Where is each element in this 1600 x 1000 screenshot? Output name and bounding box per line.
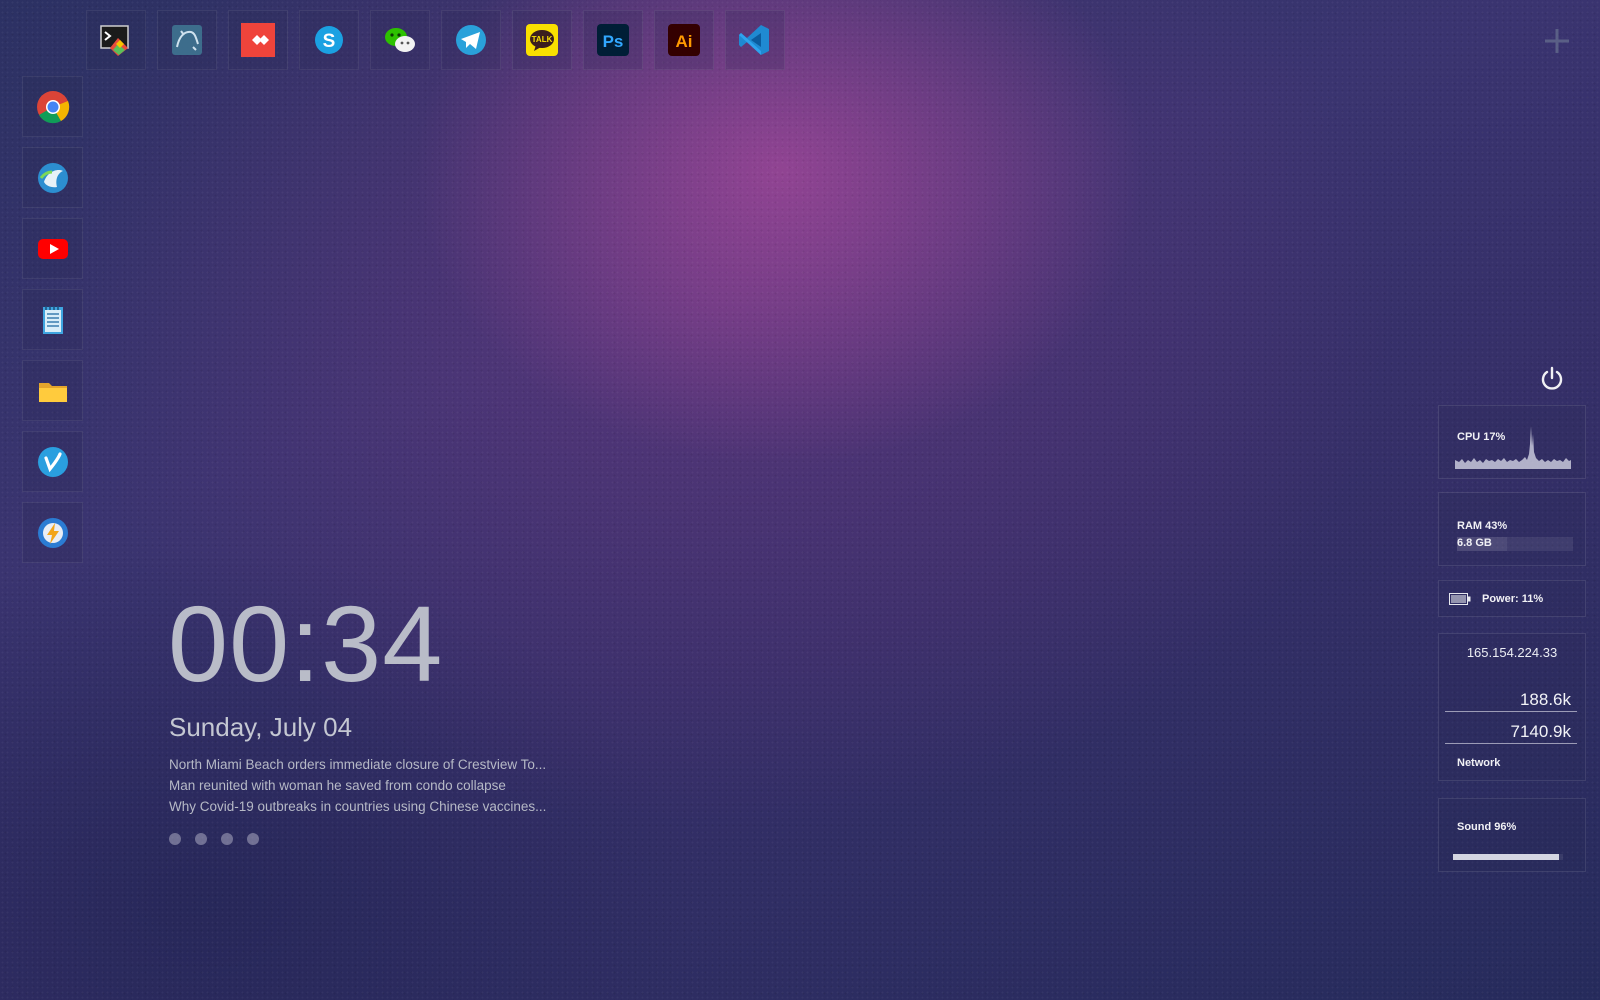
telegram-launcher[interactable] — [441, 10, 501, 70]
cpu-widget[interactable]: CPU 17% — [1438, 405, 1586, 479]
svg-text:S: S — [323, 31, 336, 52]
skype-launcher[interactable]: S — [299, 10, 359, 70]
left-app-dock — [22, 76, 83, 563]
cyberduck-icon — [37, 162, 68, 193]
file-explorer-icon — [38, 382, 67, 402]
clock-date: Sunday, July 04 — [169, 712, 353, 742]
vscode-icon — [739, 25, 769, 55]
news-pagination — [169, 833, 259, 845]
sound-widget[interactable]: Sound 96% — [1438, 798, 1586, 872]
top-app-dock: S TALK Ps Ai — [86, 10, 785, 70]
vimeo-icon — [37, 446, 68, 477]
volume-slider-fill — [1453, 854, 1559, 860]
chrome-icon — [36, 90, 69, 123]
upload-speed: 188.6k — [1519, 690, 1571, 709]
illustrator-launcher[interactable]: Ai — [654, 10, 714, 70]
volume-slider[interactable] — [1453, 854, 1563, 860]
cmd-tool-icon — [100, 25, 129, 56]
notepad-icon — [42, 305, 63, 334]
ram-amount: 6.8 GB — [1457, 537, 1492, 549]
wechat-launcher[interactable] — [370, 10, 430, 70]
power-widget[interactable]: Power: 11% — [1438, 580, 1586, 617]
news-headline[interactable]: Why Covid-19 outbreaks in countries usin… — [169, 796, 546, 817]
network-label: Network — [1457, 757, 1501, 769]
kakaotalk-icon: TALK — [526, 24, 558, 56]
photoshop-launcher[interactable]: Ps — [583, 10, 643, 70]
cpu-usage-graph — [1455, 426, 1571, 469]
network-widget[interactable]: 165.154.224.33 188.6k 7140.9k Network — [1438, 633, 1586, 781]
cyberduck-launcher[interactable] — [22, 147, 83, 208]
ram-label: RAM 43% — [1457, 520, 1508, 532]
youtube-icon — [37, 238, 68, 259]
photoshop-icon: Ps — [597, 24, 629, 56]
upload-graph-line — [1445, 711, 1577, 712]
power-icon[interactable] — [1538, 365, 1566, 393]
chrome-launcher[interactable] — [22, 76, 83, 137]
vimeo-launcher[interactable] — [22, 431, 83, 492]
battery-icon — [1449, 593, 1471, 605]
vscode-launcher[interactable] — [725, 10, 785, 70]
add-widget-icon[interactable] — [1542, 26, 1572, 56]
anydesk-icon — [241, 23, 275, 57]
news-feed: North Miami Beach orders immediate closu… — [169, 754, 546, 817]
anydesk-launcher[interactable] — [228, 10, 288, 70]
illustrator-icon: Ai — [668, 24, 700, 56]
news-page-dot[interactable] — [169, 833, 181, 845]
power-label: Power: 11% — [1482, 593, 1544, 605]
wallpaper-texture — [0, 0, 1600, 1000]
telegram-icon — [456, 25, 486, 55]
news-page-dot[interactable] — [195, 833, 207, 845]
news-headline[interactable]: Man reunited with woman he saved from co… — [169, 775, 546, 796]
photoshop-icon-text: Ps — [603, 32, 624, 51]
skype-icon: S — [315, 26, 343, 54]
wechat-icon — [385, 28, 415, 52]
cmd-tool-launcher[interactable] — [86, 10, 146, 70]
file-explorer-launcher[interactable] — [22, 360, 83, 421]
flash-app-launcher[interactable] — [22, 502, 83, 563]
clock-time: 00:34 — [168, 583, 444, 704]
ram-widget[interactable]: RAM 43% 6.8 GB — [1438, 492, 1586, 566]
ip-address: 165.154.224.33 — [1466, 645, 1558, 660]
kakaotalk-icon-text: TALK — [532, 35, 553, 44]
news-page-dot[interactable] — [247, 833, 259, 845]
flash-app-icon — [37, 517, 68, 548]
mysql-workbench-icon — [172, 25, 202, 55]
news-page-dot[interactable] — [221, 833, 233, 845]
notepad-launcher[interactable] — [22, 289, 83, 350]
sound-label: Sound 96% — [1457, 821, 1517, 833]
youtube-launcher[interactable] — [22, 218, 83, 279]
mysql-workbench-launcher[interactable] — [157, 10, 217, 70]
kakaotalk-launcher[interactable]: TALK — [512, 10, 572, 70]
illustrator-icon-text: Ai — [676, 32, 693, 51]
news-headline[interactable]: North Miami Beach orders immediate closu… — [169, 754, 546, 775]
download-speed: 7140.9k — [1510, 722, 1572, 741]
download-graph-line — [1445, 743, 1577, 744]
